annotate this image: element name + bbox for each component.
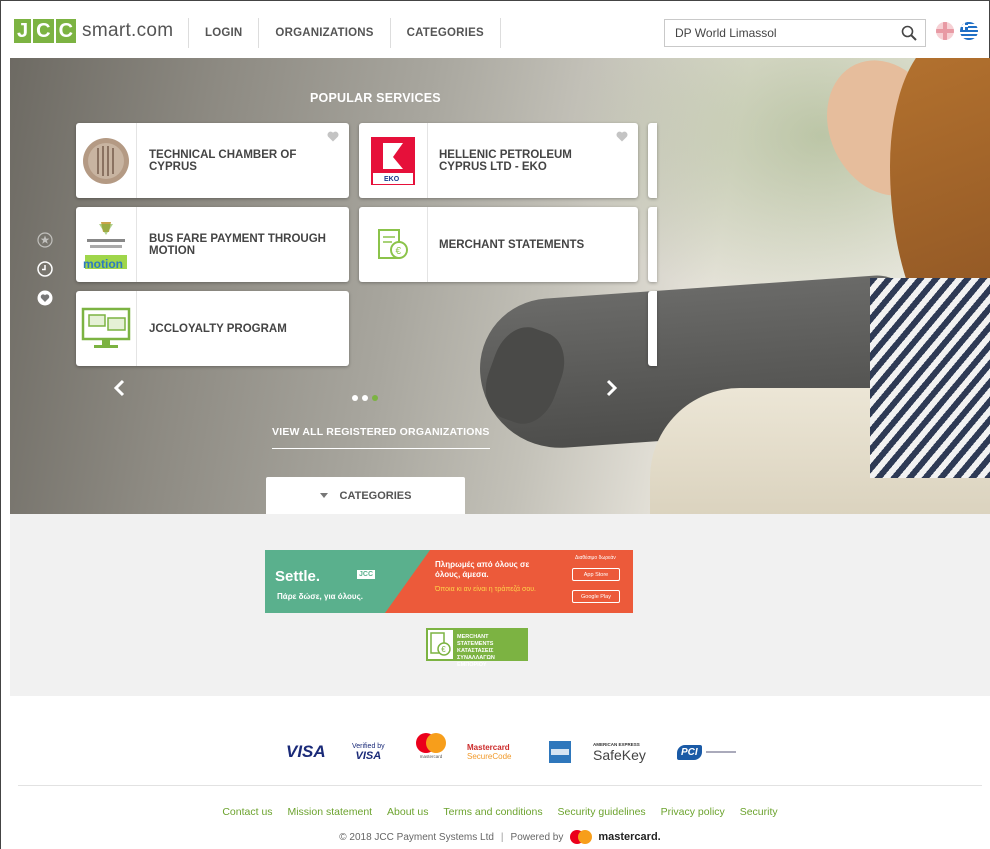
- search-input[interactable]: DP World Limassol: [675, 26, 777, 40]
- heart-icon[interactable]: [327, 131, 339, 142]
- categories-tab[interactable]: CATEGORIES: [266, 477, 465, 514]
- merchant-statements-banner[interactable]: € MERCHANT STATEMENTS ΚΑΤΑΣΤΑΣΕΙΣ ΣΥΝΑΛΛ…: [426, 628, 528, 668]
- footer-divider: [18, 785, 982, 786]
- star-icon[interactable]: [37, 232, 53, 248]
- google-play-badge[interactable]: Google Play: [572, 590, 620, 603]
- service-card-jccloyalty[interactable]: JCCLOYALTY PROGRAM: [76, 291, 349, 366]
- carousel-next-icon[interactable]: [604, 379, 618, 397]
- settle-available-text: Διαθέσιμο δωρεάν: [575, 555, 616, 561]
- service-card-technical-chamber[interactable]: TECHNICAL CHAMBER OF CYPRUS: [76, 123, 349, 198]
- eko-logo: [359, 123, 428, 198]
- mastercard-logo: mastercard: [414, 732, 448, 772]
- service-card-merchant-statements[interactable]: € MERCHANT STATEMENTS: [359, 207, 638, 282]
- categories-tab-label: CATEGORIES: [339, 489, 412, 502]
- euro-document-icon: €: [359, 207, 428, 282]
- heart-circle-icon[interactable]: [37, 290, 53, 306]
- footer-link-security-guidelines[interactable]: Security guidelines: [558, 806, 646, 818]
- card-label: TECHNICAL CHAMBER OF CYPRUS: [149, 148, 297, 173]
- footer-link-privacy[interactable]: Privacy policy: [661, 806, 725, 818]
- card-label: BUS FARE PAYMENT THROUGH MOTION: [149, 232, 326, 257]
- motion-logo-text: motion: [83, 257, 123, 271]
- hero-background-shirt: [870, 278, 990, 478]
- service-card-partial[interactable]: [648, 291, 657, 366]
- settle-jcc-tag: JCC: [357, 570, 376, 579]
- logo-letter-c1: C: [33, 19, 54, 43]
- amex-safekey-logo: AMERICAN EXPRESS SafeKey: [593, 741, 646, 763]
- view-all-organizations-link[interactable]: VIEW ALL REGISTERED ORGANIZATIONS: [272, 426, 490, 449]
- greek-flag-icon[interactable]: [960, 22, 978, 40]
- caret-down-icon: [319, 493, 328, 498]
- settle-greek-sub: Όποια κι αν είναι η τράπεζά σου.: [435, 586, 536, 593]
- copyright-line: © 2018 JCC Payment Systems Ltd | Powered…: [10, 830, 990, 844]
- card-label: MERCHANT STATEMENTS: [439, 238, 585, 251]
- service-card-partial[interactable]: [648, 123, 657, 198]
- svg-text:€: €: [396, 246, 402, 257]
- nav-organizations[interactable]: ORGANIZATIONS: [258, 18, 389, 48]
- carousel-dots: [352, 395, 378, 401]
- mastercard-mini-logo: [570, 830, 593, 844]
- popular-services-title: POPULAR SERVICES: [310, 91, 441, 105]
- service-card-eko[interactable]: EKO HELLENIC PETROLEUM CYPRUS LTD - EKO: [359, 123, 638, 198]
- promo-band: Settle. JCC Πάρε δώσε, για όλους. Πληρωμ…: [10, 514, 990, 696]
- verified-by-visa-logo: Verified by VISA: [352, 742, 385, 762]
- visa-logo: VISA: [286, 742, 326, 761]
- settle-banner[interactable]: Settle. JCC Πάρε δώσε, για όλους. Πληρωμ…: [265, 550, 633, 613]
- loyalty-screen-icon: [76, 291, 137, 366]
- carousel-dot-active[interactable]: [372, 395, 378, 401]
- card-label: JCCLOYALTY PROGRAM: [149, 322, 287, 335]
- app-store-badge[interactable]: App Store: [572, 568, 620, 581]
- settle-logo: Settle.: [275, 568, 321, 585]
- eko-logo-text: EKO: [384, 176, 400, 183]
- settle-greek-headline: Πληρωμές από όλους σε όλους, άμεσα.: [435, 560, 530, 579]
- service-card-motion[interactable]: motion BUS FARE PAYMENT THROUGH MOTION: [76, 207, 349, 282]
- card-label: HELLENIC PETROLEUM CYPRUS LTD - EKO: [439, 148, 572, 173]
- footer-link-security[interactable]: Security: [740, 806, 778, 818]
- settle-tagline: Πάρε δώσε, για όλους.: [277, 592, 363, 601]
- uk-flag-icon[interactable]: [936, 22, 954, 40]
- footer-links: Contact us Mission statement About us Te…: [10, 806, 990, 818]
- logo-letter-c2: C: [55, 19, 77, 43]
- powered-by-text: Powered by: [510, 831, 564, 843]
- site-footer: VISA Verified by VISA mastercard Masterc…: [10, 696, 990, 849]
- euro-document-icon: €: [428, 630, 453, 659]
- svg-text:€: €: [441, 645, 446, 654]
- copyright-separator: |: [500, 831, 504, 843]
- jcc-logo[interactable]: J C C smart.com: [14, 19, 173, 43]
- payment-logos: VISA Verified by VISA mastercard Masterc…: [10, 732, 990, 772]
- heart-icon[interactable]: [616, 131, 628, 142]
- service-card-partial[interactable]: [648, 207, 657, 282]
- carousel-dot[interactable]: [352, 395, 358, 401]
- search-icon[interactable]: [901, 25, 917, 41]
- footer-link-mission[interactable]: Mission statement: [287, 806, 372, 818]
- pci-logo: PCI: [677, 732, 736, 772]
- carousel-dot[interactable]: [362, 395, 368, 401]
- site-header: J C C smart.com LOGIN ORGANIZATIONS CATE…: [10, 8, 982, 58]
- mastercard-securecode-logo: Mastercard SecureCode: [467, 743, 512, 761]
- footer-link-terms[interactable]: Terms and conditions: [443, 806, 542, 818]
- logo-text: smart.com: [82, 20, 174, 41]
- copyright-text: © 2018 JCC Payment Systems Ltd: [339, 831, 494, 843]
- technical-chamber-logo: [76, 123, 137, 198]
- carousel-prev-icon[interactable]: [113, 379, 127, 397]
- footer-link-contact[interactable]: Contact us: [222, 806, 272, 818]
- nav-categories[interactable]: CATEGORIES: [389, 18, 501, 48]
- clock-icon[interactable]: [37, 261, 53, 277]
- merchant-banner-text: MERCHANT STATEMENTS ΚΑΤΑΣΤΑΣΕΙΣ ΣΥΝΑΛΛΑΓ…: [457, 634, 495, 668]
- logo-letter-j: J: [14, 19, 32, 43]
- footer-link-about[interactable]: About us: [387, 806, 428, 818]
- american-express-logo: [549, 732, 571, 772]
- side-toolbar: [37, 232, 55, 319]
- main-nav: LOGIN ORGANIZATIONS CATEGORIES: [188, 8, 501, 58]
- nav-login[interactable]: LOGIN: [188, 18, 258, 48]
- search-box[interactable]: DP World Limassol: [664, 19, 926, 47]
- powered-by-brand: mastercard.: [598, 831, 661, 843]
- hero-section: POPULAR SERVICES TECHNICAL CHAMBER OF CY…: [10, 58, 990, 514]
